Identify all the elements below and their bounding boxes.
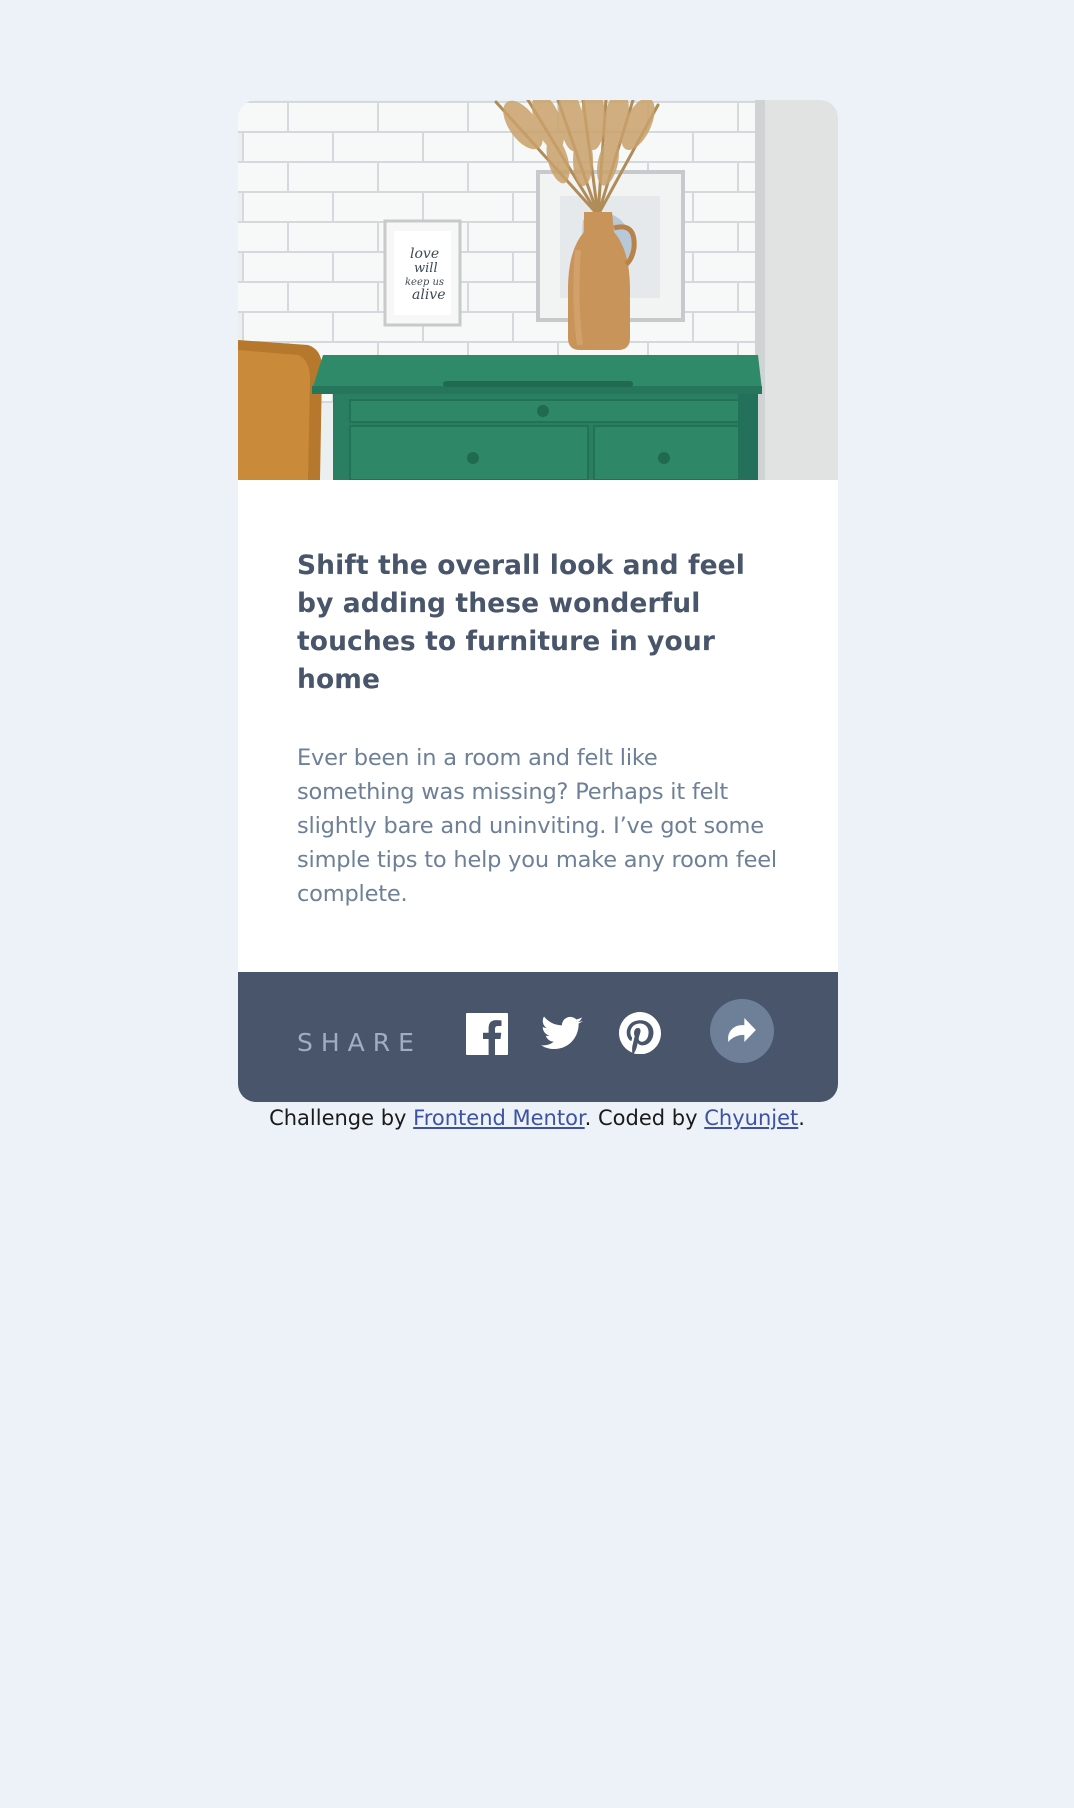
attribution-suffix: . (798, 1106, 805, 1130)
svg-text:will: will (414, 261, 438, 276)
article-description: Ever been in a room and felt like someth… (297, 745, 777, 907)
facebook-icon[interactable] (466, 1013, 508, 1055)
twitter-icon[interactable] (541, 1016, 583, 1052)
share-button[interactable] (710, 999, 774, 1063)
hero-image: love will keep us alive (238, 100, 838, 480)
attribution-prefix: Challenge by (269, 1106, 414, 1130)
article-title: Shift the overall look and feel by addin… (297, 550, 745, 695)
share-bar: SHARE (238, 972, 838, 1102)
svg-text:alive: alive (412, 287, 446, 303)
article-card: love will keep us alive Shift the overal… (238, 100, 838, 1102)
svg-text:love: love (410, 246, 439, 262)
share-label: SHARE (297, 1028, 422, 1057)
attribution-middle: . Coded by (584, 1106, 705, 1130)
author-link[interactable]: Chyunjet (704, 1106, 798, 1130)
pinterest-icon[interactable] (619, 1012, 661, 1054)
share-arrow-icon (728, 1018, 756, 1042)
frontend-mentor-link[interactable]: Frontend Mentor (413, 1106, 585, 1130)
attribution: Challenge by Frontend Mentor. Coded by C… (0, 1103, 1074, 1133)
article-content: Shift the overall look and feel by addin… (297, 547, 777, 911)
